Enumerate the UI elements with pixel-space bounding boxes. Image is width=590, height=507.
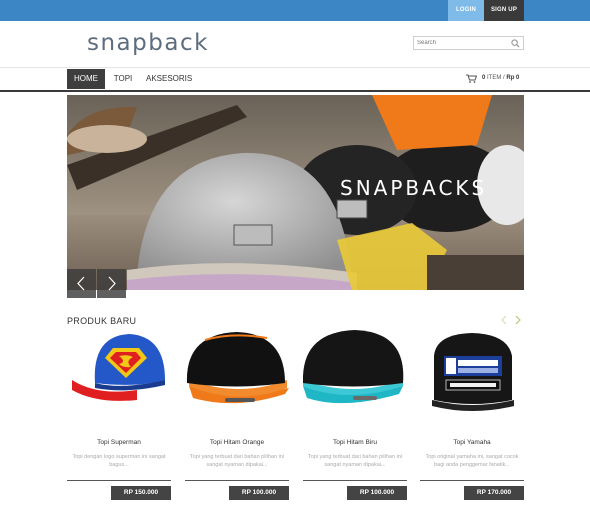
hero-banner-title: SNAPBACKS: [340, 176, 488, 200]
search-icon[interactable]: [511, 39, 520, 48]
product-price: RP 100.000: [347, 486, 407, 500]
search-input[interactable]: [417, 38, 507, 48]
signup-button[interactable]: SIGN UP: [484, 0, 524, 21]
product-image[interactable]: [185, 328, 289, 418]
product-image[interactable]: [67, 328, 171, 418]
product-name[interactable]: Topi Hitam Biru: [303, 439, 407, 446]
product-divider: [303, 480, 407, 481]
product-price: RP 150.000: [111, 486, 171, 500]
chevron-right-icon[interactable]: [514, 315, 522, 325]
product-card[interactable]: Topi Superman Topi dengan logo superman …: [67, 328, 171, 500]
cart-amount: 0: [516, 75, 520, 81]
top-bar: LOGIN SIGN UP: [0, 0, 590, 21]
chevron-left-icon: [77, 276, 85, 291]
product-card[interactable]: Topi Hitam Orange Topi yang terbuat dari…: [185, 328, 289, 500]
product-price: RP 100.000: [229, 486, 289, 500]
product-card[interactable]: Topi Hitam Biru Topi yang terbuat dari b…: [303, 328, 407, 500]
banner-next-button[interactable]: [97, 269, 126, 298]
cart-currency: Rp: [506, 75, 515, 81]
product-description: Topi yang terbuat dari bahan pilihan ini…: [189, 454, 285, 468]
product-divider: [420, 480, 524, 481]
section-title: PRODUK BARU: [67, 316, 137, 326]
search-box: [413, 36, 524, 50]
chevron-left-icon[interactable]: [500, 315, 508, 325]
product-name[interactable]: Topi Yamaha: [420, 439, 524, 446]
banner-prev-button[interactable]: [67, 269, 96, 298]
nav-item-home[interactable]: HOME: [67, 69, 105, 89]
product-description: Topi yang terbuat dari bahan pilihan ini…: [307, 454, 403, 468]
nav-item-aksesoris[interactable]: AKSESORIS: [146, 69, 192, 89]
product-image[interactable]: [303, 328, 407, 418]
nav-bottom-bar: [0, 90, 590, 92]
product-price: RP 170.000: [464, 486, 524, 500]
product-name[interactable]: Topi Hitam Orange: [185, 439, 289, 446]
cart-count: 0: [482, 75, 486, 81]
product-description: Topi original yamaha ini, sangat cocok b…: [425, 454, 519, 468]
login-button[interactable]: LOGIN: [448, 0, 484, 21]
product-divider: [185, 480, 289, 481]
cart-item-label: ITEM: [487, 75, 502, 81]
cart-separator: /: [503, 75, 505, 81]
nav-item-topi[interactable]: TOPI: [113, 69, 133, 89]
chevron-right-icon: [108, 276, 116, 291]
product-card[interactable]: Topi Yamaha Topi original yamaha ini, sa…: [420, 328, 524, 500]
site-logo[interactable]: snapback: [87, 30, 209, 56]
product-name[interactable]: Topi Superman: [67, 439, 171, 446]
product-divider: [67, 480, 171, 481]
cart-icon: [466, 74, 477, 83]
product-image[interactable]: [420, 328, 524, 418]
product-description: Topi dengan logo superman ini sangat bag…: [72, 454, 166, 468]
nav-divider: [0, 67, 590, 68]
